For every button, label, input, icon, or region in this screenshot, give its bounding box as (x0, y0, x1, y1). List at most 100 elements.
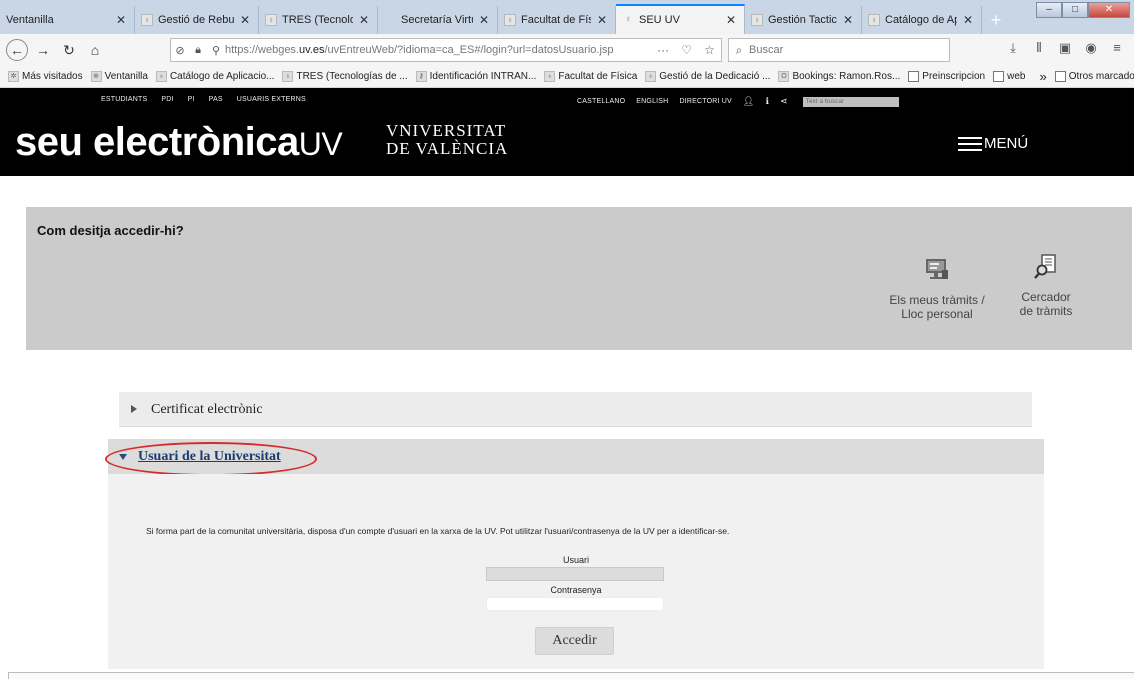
expand-triangle-icon (131, 405, 137, 413)
library-icon[interactable]: ⫴ (1026, 40, 1052, 56)
menu-label: MENÚ (984, 135, 1029, 152)
bookmark-facultat-fisica[interactable]: ♁ Facultat de Física (544, 71, 637, 82)
tab-gestio-rebuts[interactable]: ♁ Gestió de Rebuts ✕ (135, 6, 259, 34)
pocket-icon[interactable]: ♡ (681, 43, 692, 57)
close-icon[interactable]: ✕ (477, 13, 491, 27)
nav-pas[interactable]: PAS (209, 96, 223, 103)
globe-icon: ⊕ (90, 71, 102, 82)
window-close-icon[interactable]: ✕ (1088, 2, 1130, 18)
share-icon[interactable]: ⋖ (780, 96, 788, 107)
nav-usuaris-externs[interactable]: USUARIS EXTERNS (237, 96, 306, 103)
bookmark-star-icon[interactable]: ☆ (704, 43, 715, 57)
universitat-valencia-logo[interactable]: VNIVERSITAT DE VALÈNCIA (386, 122, 508, 158)
bookmark-ventanilla[interactable]: ⊕ Ventanilla (90, 71, 148, 82)
permissions-icon[interactable]: ⚲ (207, 44, 225, 57)
seu-electronica-logo[interactable]: seu electrònicaUV (15, 120, 343, 166)
password-input[interactable] (486, 597, 664, 611)
blank-favicon-icon (384, 14, 396, 26)
close-icon[interactable]: ✕ (724, 13, 738, 27)
account-icon[interactable]: ◉ (1078, 40, 1104, 56)
password-label: Contrasenya (550, 585, 602, 595)
lang-english[interactable]: ENGLISH (636, 98, 668, 105)
maximize-icon[interactable]: □ (1062, 2, 1088, 18)
bookmarks-overflow-button[interactable]: » (1039, 69, 1046, 84)
tab-title: Facultat de Física (521, 14, 591, 26)
university-favicon-icon: ♁ (645, 71, 657, 82)
lock-icon[interactable]: 🔒︎ (189, 44, 207, 57)
document-search-icon (1034, 254, 1056, 279)
university-favicon-icon: ♁ (504, 14, 516, 26)
tab-catalogo-aplic[interactable]: ♁ Catálogo de Aplic ✕ (862, 6, 982, 34)
tab-title: Gestión Tactica (768, 14, 837, 26)
highlight-ellipse (105, 442, 317, 476)
site-top-nav: ESTUDIANTS PDI PI PAS USUARIS EXTERNS CA… (0, 88, 1134, 110)
option-search-line2: de tràmits (1019, 304, 1073, 318)
bookmark-preinscripcion[interactable]: Preinscripcion (908, 71, 985, 82)
tracking-protection-icon[interactable]: ⊘ (171, 44, 189, 57)
folder-icon (1054, 71, 1066, 82)
url-bar[interactable]: ⊘ 🔒︎ ⚲ https://webges.uv.es/uvEntreuWeb/… (170, 38, 722, 62)
bookmark-catalogo[interactable]: ♁ Catálogo de Aplicacio... (155, 71, 274, 82)
university-favicon-icon: ♁ (282, 71, 294, 82)
lang-castellano[interactable]: CASTELLANO (577, 98, 625, 105)
bookmark-gestio-dedicacio[interactable]: ♁ Gestió de la Dedicació ... (645, 71, 770, 82)
close-icon[interactable]: ✕ (357, 13, 371, 27)
close-icon[interactable]: ✕ (841, 13, 855, 27)
tab-seu-uv[interactable]: ♁ SEU UV ✕ (616, 4, 745, 34)
minimize-icon[interactable]: ‒ (1036, 2, 1062, 18)
site-header: seu electrònicaUV VNIVERSITAT DE VALÈNCI… (0, 110, 1134, 176)
bookmark-identificacion[interactable]: ⚷ Identificación INTRAN... (415, 71, 536, 82)
gear-icon: ✲ (8, 71, 19, 82)
site-search-input[interactable]: Text a buscar (802, 96, 899, 107)
bookmark-mas-visitados[interactable]: ✲ Más visitados (8, 71, 83, 82)
tab-gestion-tactica[interactable]: ♁ Gestión Tactica ✕ (745, 6, 862, 34)
page-actions-icon[interactable]: ··· (657, 43, 669, 57)
bookmark-tres[interactable]: ♁ TRES (Tecnologías de ... (282, 71, 408, 82)
downloads-icon[interactable]: ⤓ (1000, 40, 1026, 56)
university-favicon-icon: ♁ (868, 14, 880, 26)
new-tab-button[interactable]: + (982, 6, 1010, 34)
search-placeholder: Buscar (749, 44, 784, 56)
close-icon[interactable]: ✕ (961, 13, 975, 27)
nav-directori-uv[interactable]: DIRECTORI UV (679, 98, 731, 105)
tab-facultat-fisica[interactable]: ♁ Facultat de Física ✕ (498, 6, 616, 34)
tab-tres[interactable]: ♁ TRES (Tecnologías ✕ (259, 6, 378, 34)
main-menu-button[interactable]: MENÚ (958, 135, 1028, 152)
option-procedure-search[interactable]: Cercador de tràmits (1006, 253, 1086, 318)
close-icon[interactable]: ✕ (595, 13, 609, 27)
login-form-panel: Si forma part de la comunitat università… (108, 474, 1044, 669)
bookmark-bookings[interactable]: O Bookings: Ramon.Ros... (778, 71, 900, 82)
reload-icon[interactable]: ↻ (58, 39, 80, 61)
tab-ventanilla[interactable]: Ventanilla ✕ (0, 6, 135, 34)
search-icon: ⌕ (735, 42, 743, 57)
sidebar-icon[interactable]: ▣ (1052, 40, 1078, 56)
nav-pi[interactable]: PI (188, 96, 195, 103)
hamburger-menu-icon[interactable]: ≡ (1104, 40, 1130, 56)
close-icon[interactable]: ✕ (238, 13, 252, 27)
info-icon[interactable]: ℹ (766, 96, 770, 107)
tab-secretaria-virtual[interactable]: Secretaría Virtual ✕ (378, 6, 498, 34)
back-arrow-icon[interactable]: ← (6, 39, 28, 61)
user-icon[interactable]: 👤︎ (743, 96, 755, 107)
option-personal-space[interactable]: Els meus tràmits / Lloc personal (877, 256, 997, 321)
horizontal-scrollbar[interactable] (8, 672, 1134, 679)
hamburger-icon (958, 136, 982, 151)
accedir-button[interactable]: Accedir (535, 627, 614, 655)
home-icon[interactable]: ⌂ (84, 39, 106, 61)
username-input[interactable] (486, 567, 664, 581)
accordion-certificat-electronic[interactable]: Certificat electrònic (119, 392, 1032, 427)
browser-search-input[interactable]: ⌕ Buscar (728, 38, 950, 62)
other-bookmarks[interactable]: Otros marcadores (1054, 71, 1134, 82)
nav-pdi[interactable]: PDI (161, 96, 173, 103)
nav-estudiants[interactable]: ESTUDIANTS (101, 96, 147, 103)
forward-arrow-icon[interactable]: → (32, 39, 54, 61)
tab-title: Ventanilla (6, 14, 54, 26)
option-personal-line1: Els meus tràmits / (889, 293, 985, 307)
monitor-icon (926, 259, 948, 279)
browser-nav-bar: ← → ↻ ⌂ ⊘ 🔒︎ ⚲ https://webges.uv.es/uvEn… (0, 34, 1134, 66)
bookmark-web[interactable]: web (993, 71, 1025, 82)
option-search-line1: Cercador (1021, 290, 1071, 304)
browser-tab-bar: Ventanilla ✕ ♁ Gestió de Rebuts ✕ ♁ TRES… (0, 0, 1134, 34)
close-icon[interactable]: ✕ (114, 13, 128, 27)
url-text[interactable]: https://webges.uv.es/uvEntreuWeb/?idioma… (225, 44, 651, 56)
